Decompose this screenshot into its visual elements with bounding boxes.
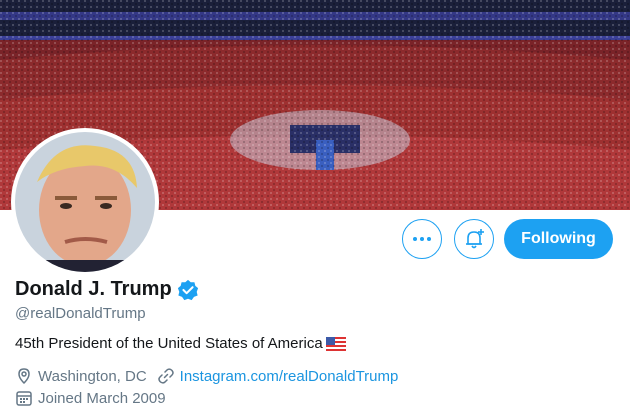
location-text: Washington, DC — [38, 367, 147, 385]
calendar-icon — [16, 391, 32, 406]
verified-badge-icon — [177, 279, 198, 300]
more-dots-icon — [413, 237, 431, 241]
joined-text: Joined March 2009 — [38, 389, 166, 407]
website-item[interactable]: Instagram.com/realDonaldTrump — [157, 367, 399, 385]
following-button[interactable]: Following — [504, 219, 613, 259]
bell-plus-icon — [466, 229, 484, 249]
location-item: Washington, DC — [15, 367, 147, 385]
location-pin-icon — [18, 368, 30, 385]
bio-text: 45th President of the United States of A… — [15, 335, 323, 352]
website-link[interactable]: Instagram.com/realDonaldTrump — [180, 368, 399, 385]
more-options-button[interactable] — [402, 219, 442, 259]
profile-name-row: Donald J. Trump — [15, 278, 199, 301]
avatar-photo — [15, 132, 155, 272]
profile-handle: @realDonaldTrump — [15, 305, 146, 322]
profile-bio: 45th President of the United States of A… — [15, 335, 346, 352]
us-flag-emoji-icon — [325, 336, 346, 351]
profile-meta-row: Washington, DC Instagram.com/realDonaldT… — [15, 367, 408, 385]
profile-avatar[interactable] — [11, 128, 159, 276]
notifications-button[interactable] — [454, 219, 494, 259]
joined-item: Joined March 2009 — [15, 389, 166, 407]
profile-name: Donald J. Trump — [15, 278, 172, 300]
link-icon — [157, 368, 174, 384]
profile-joined-row: Joined March 2009 — [15, 389, 176, 407]
